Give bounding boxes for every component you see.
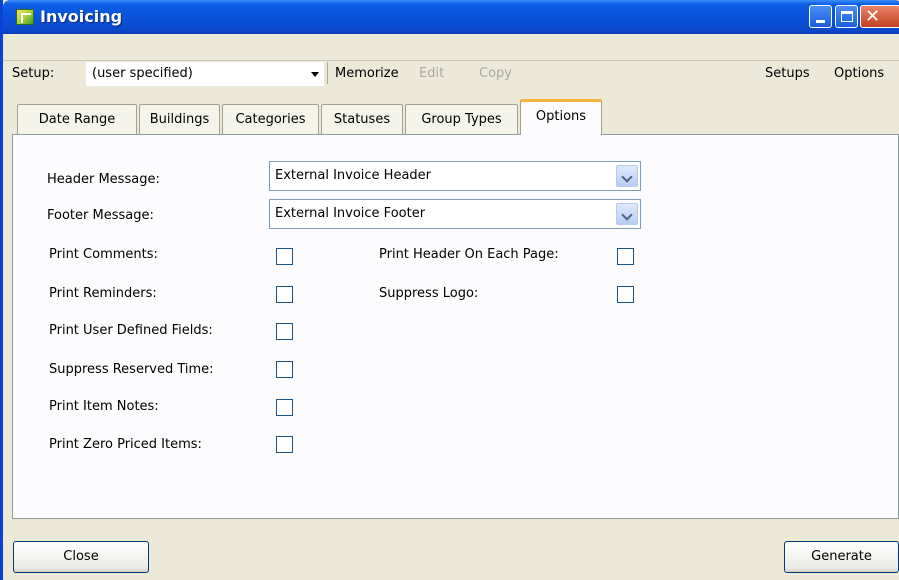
toolbar-separator [327, 62, 328, 84]
print-comments-label: Print Comments: [49, 247, 158, 262]
print-zero-priced-items-checkbox[interactable] [276, 436, 293, 453]
close-icon: ✕ [865, 6, 881, 27]
title-bar[interactable]: Invoicing ✕ [3, 0, 899, 34]
setup-label: Setup: [12, 66, 55, 81]
tab-categories[interactable]: Categories [222, 104, 319, 134]
print-zero-priced-items-label: Print Zero Priced Items: [49, 437, 202, 452]
maximize-button[interactable] [835, 5, 858, 28]
header-message-select[interactable]: External Invoice Header [269, 161, 641, 191]
tab-label: Buildings [149, 112, 210, 127]
print-header-each-page-label: Print Header On Each Page: [379, 247, 559, 262]
tab-label: Categories [235, 112, 306, 127]
suppress-reserved-time-checkbox[interactable] [276, 361, 293, 378]
minimize-icon [816, 20, 825, 23]
memorize-button[interactable]: Memorize [335, 66, 399, 81]
tab-label: Group Types [421, 112, 502, 127]
tab-label: Options [535, 109, 587, 124]
print-comments-checkbox[interactable] [276, 248, 293, 265]
invoicing-window: Invoicing ✕ Setup: (user specified) Memo… [0, 0, 899, 580]
print-item-notes-checkbox[interactable] [276, 399, 293, 416]
tab-statuses[interactable]: Statuses [321, 104, 403, 134]
edit-button[interactable]: Edit [419, 66, 444, 81]
header-message-label: Header Message: [47, 172, 160, 187]
close-button[interactable]: Close [13, 541, 149, 573]
print-user-defined-fields-label: Print User Defined Fields: [49, 323, 213, 338]
tab-buildings[interactable]: Buildings [139, 104, 220, 134]
tab-date-range[interactable]: Date Range [17, 104, 137, 134]
header-message-value: External Invoice Header [275, 168, 432, 183]
maximize-icon [841, 11, 853, 22]
generate-button[interactable]: Generate [784, 541, 899, 573]
print-item-notes-label: Print Item Notes: [49, 399, 159, 414]
generate-button-label: Generate [811, 549, 872, 564]
tab-label: Date Range [38, 112, 116, 127]
options-menu[interactable]: Options [834, 66, 884, 81]
setups-menu[interactable]: Setups [765, 66, 810, 81]
suppress-reserved-time-label: Suppress Reserved Time: [49, 362, 214, 377]
print-user-defined-fields-checkbox[interactable] [276, 323, 293, 340]
footer-message-value: External Invoice Footer [275, 206, 426, 221]
minimize-button[interactable] [809, 5, 832, 28]
close-button-label: Close [63, 549, 99, 564]
suppress-logo-label: Suppress Logo: [379, 286, 479, 301]
window-title: Invoicing [40, 7, 123, 26]
chevron-down-icon[interactable] [616, 203, 638, 225]
print-reminders-label: Print Reminders: [49, 286, 157, 301]
footer-message-select[interactable]: External Invoice Footer [269, 199, 641, 229]
tab-group-types[interactable]: Group Types [405, 104, 518, 134]
footer-message-label: Footer Message: [47, 208, 154, 223]
setup-divider [3, 60, 899, 61]
setup-value: (user specified) [92, 66, 193, 81]
chevron-down-icon [311, 72, 319, 77]
tab-options[interactable]: Options [520, 99, 602, 135]
close-window-button[interactable]: ✕ [860, 5, 899, 28]
suppress-logo-checkbox[interactable] [617, 286, 634, 303]
setup-select[interactable]: (user specified) [86, 62, 324, 86]
tab-label: Statuses [333, 112, 391, 127]
print-header-each-page-checkbox[interactable] [617, 248, 634, 265]
copy-button[interactable]: Copy [479, 66, 512, 81]
app-icon [16, 9, 34, 25]
print-reminders-checkbox[interactable] [276, 286, 293, 303]
chevron-down-icon[interactable] [616, 165, 638, 187]
